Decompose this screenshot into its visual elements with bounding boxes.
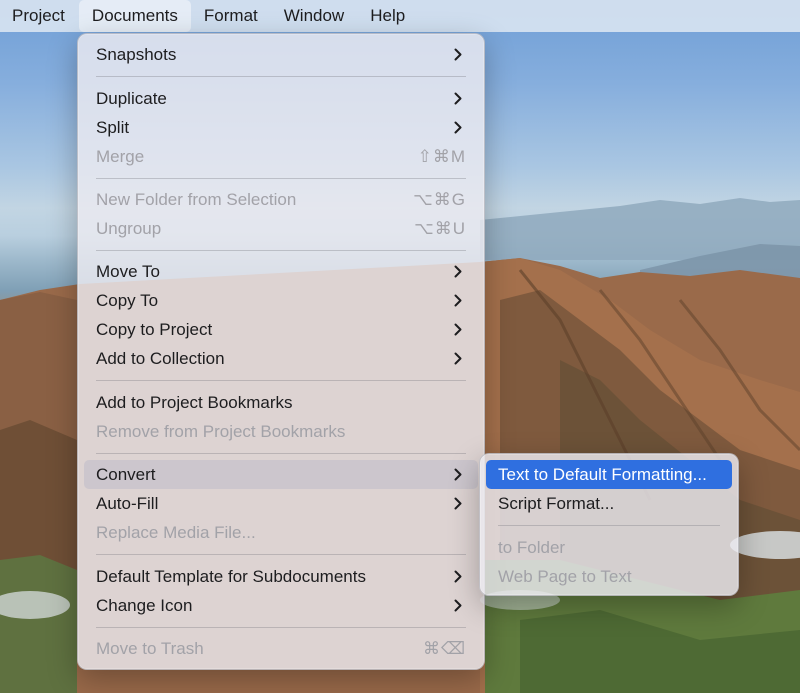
menu-item-label: Web Page to Text — [498, 567, 632, 586]
menu-item-add-to-collection[interactable]: Add to Collection — [84, 344, 478, 373]
shortcut-label: ⌥⌘U — [414, 219, 466, 238]
chevron-right-icon — [454, 352, 462, 365]
documents-menu: Snapshots Duplicate Split Merge ⇧⌘M New … — [77, 33, 485, 670]
chevron-right-icon — [454, 92, 462, 105]
submenu-item-to-folder: to Folder — [486, 533, 732, 562]
menu-item-label: Change Icon — [96, 596, 193, 615]
shortcut-label: ⇧⌘M — [417, 147, 466, 166]
submenu-item-text-to-default-formatting[interactable]: Text to Default Formatting... — [486, 460, 732, 489]
menu-item-snapshots[interactable]: Snapshots — [84, 40, 478, 69]
menu-item-split[interactable]: Split — [84, 113, 478, 142]
menubar-help[interactable]: Help — [357, 0, 418, 32]
menu-item-copy-to-project[interactable]: Copy to Project — [84, 315, 478, 344]
menu-separator — [96, 76, 466, 77]
menu-item-move-to-trash: Move to Trash ⌘⌫ — [84, 634, 478, 663]
menu-separator — [498, 525, 720, 526]
menubar-project[interactable]: Project — [0, 0, 79, 32]
menu-item-label: Merge — [96, 147, 145, 166]
chevron-right-icon — [454, 48, 462, 61]
menu-separator — [96, 627, 466, 628]
chevron-right-icon — [454, 599, 462, 612]
chevron-right-icon — [454, 570, 462, 583]
menu-separator — [96, 554, 466, 555]
menu-separator — [96, 250, 466, 251]
menu-separator — [96, 453, 466, 454]
menu-item-label: Add to Collection — [96, 349, 225, 368]
menu-item-label: Script Format... — [498, 494, 615, 513]
menu-item-add-to-project-bookmarks[interactable]: Add to Project Bookmarks — [84, 388, 478, 417]
menu-item-convert[interactable]: Convert — [84, 460, 478, 489]
shortcut-label: ⌘⌫ — [422, 639, 466, 658]
menubar-window[interactable]: Window — [271, 0, 357, 32]
menu-item-label: Replace Media File... — [96, 523, 256, 542]
menu-item-replace-media-file: Replace Media File... — [84, 518, 478, 547]
menubar-format[interactable]: Format — [191, 0, 271, 32]
submenu-item-script-format[interactable]: Script Format... — [486, 489, 732, 518]
menu-item-label: Duplicate — [96, 89, 167, 108]
menu-item-label: Move to Trash — [96, 639, 204, 658]
menu-item-new-folder-from-selection: New Folder from Selection ⌥⌘G — [84, 185, 478, 214]
menu-item-label: New Folder from Selection — [96, 190, 297, 209]
menu-item-remove-from-project-bookmarks: Remove from Project Bookmarks — [84, 417, 478, 446]
chevron-right-icon — [454, 497, 462, 510]
menu-item-label: Auto-Fill — [96, 494, 159, 513]
menu-separator — [96, 178, 466, 179]
menu-item-copy-to[interactable]: Copy To — [84, 286, 478, 315]
menu-item-label: Default Template for Subdocuments — [96, 567, 366, 586]
submenu-item-web-page-to-text: Web Page to Text — [486, 562, 732, 591]
menu-bar: Project Documents Format Window Help — [0, 0, 800, 32]
menu-item-label: Split — [96, 118, 130, 137]
menu-separator — [96, 380, 466, 381]
convert-submenu: Text to Default Formatting... Script For… — [479, 453, 739, 596]
menu-item-duplicate[interactable]: Duplicate — [84, 84, 478, 113]
menubar-documents[interactable]: Documents — [78, 0, 191, 32]
menu-item-label: to Folder — [498, 538, 566, 557]
chevron-right-icon — [454, 265, 462, 278]
menu-item-ungroup: Ungroup ⌥⌘U — [84, 214, 478, 243]
menu-item-auto-fill[interactable]: Auto-Fill — [84, 489, 478, 518]
menu-item-label: Copy to Project — [96, 320, 213, 339]
menu-item-label: Copy To — [96, 291, 159, 310]
menu-item-change-icon[interactable]: Change Icon — [84, 591, 478, 620]
menu-item-move-to[interactable]: Move To — [84, 257, 478, 286]
menu-item-label: Remove from Project Bookmarks — [96, 422, 346, 441]
chevron-right-icon — [454, 468, 462, 481]
shortcut-label: ⌥⌘G — [413, 190, 466, 209]
menu-item-label: Move To — [96, 262, 160, 281]
chevron-right-icon — [454, 294, 462, 307]
chevron-right-icon — [454, 323, 462, 336]
menu-item-label: Convert — [96, 465, 156, 484]
menu-item-label: Snapshots — [96, 45, 177, 64]
chevron-right-icon — [454, 121, 462, 134]
menu-item-label: Ungroup — [96, 219, 162, 238]
menu-item-label: Add to Project Bookmarks — [96, 393, 293, 412]
menu-item-merge: Merge ⇧⌘M — [84, 142, 478, 171]
menu-item-default-template-for-subdocuments[interactable]: Default Template for Subdocuments — [84, 562, 478, 591]
menu-item-label: Text to Default Formatting... — [498, 465, 707, 484]
